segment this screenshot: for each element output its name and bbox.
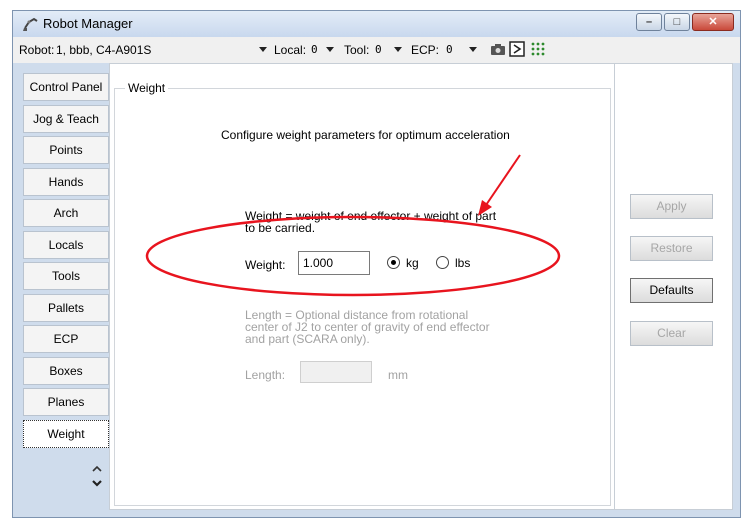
local-select[interactable]: 0 bbox=[311, 43, 318, 56]
robot-dropdown-icon[interactable] bbox=[259, 47, 267, 52]
tab-points[interactable]: Points bbox=[23, 136, 109, 164]
tab-hands[interactable]: Hands bbox=[23, 167, 109, 196]
unit-kg-label[interactable]: kg bbox=[406, 256, 419, 270]
robot-arm-icon bbox=[23, 17, 38, 31]
tool-dropdown-icon[interactable] bbox=[394, 47, 402, 52]
robot-select[interactable]: 1, bbb, C4-A901S bbox=[56, 43, 151, 57]
tab-locals[interactable]: Locals bbox=[23, 230, 109, 259]
window-title: Robot Manager bbox=[43, 16, 133, 31]
robot-label: Robot: bbox=[19, 43, 55, 57]
ecp-label: ECP: bbox=[411, 43, 440, 57]
tab-pallets[interactable]: Pallets bbox=[23, 293, 109, 322]
apply-button[interactable]: Apply bbox=[630, 194, 713, 219]
maximize-icon: □ bbox=[673, 16, 681, 28]
camera-icon[interactable] bbox=[490, 41, 506, 57]
unit-lbs-radio[interactable] bbox=[436, 256, 449, 269]
tab-list: Control Panel Jog & Teach Points Hands A… bbox=[23, 73, 109, 451]
ecp-dropdown-icon[interactable] bbox=[469, 47, 477, 52]
title-bar[interactable]: Robot Manager – □ ✕ bbox=[13, 11, 740, 37]
panel-heading: Configure weight parameters for optimum … bbox=[221, 128, 510, 142]
scroll-up-icon[interactable] bbox=[92, 465, 102, 472]
local-dropdown-icon[interactable] bbox=[326, 47, 334, 52]
io-monitor-icon[interactable] bbox=[530, 41, 546, 57]
robot-manager-window: Robot Manager – □ ✕ Robot: 1, bbb, C4-A9… bbox=[12, 10, 741, 518]
tool-label: Tool: bbox=[344, 43, 370, 57]
tab-ecp[interactable]: ECP bbox=[23, 325, 109, 353]
tab-weight[interactable]: Weight bbox=[23, 419, 109, 448]
length-input[interactable] bbox=[300, 361, 372, 383]
scroll-down-icon[interactable] bbox=[92, 480, 102, 487]
action-pane: Apply Restore Defaults Clear bbox=[615, 63, 733, 510]
length-unit-label: mm bbox=[388, 368, 408, 382]
ecp-select[interactable]: 0 bbox=[446, 43, 453, 56]
tab-tools[interactable]: Tools bbox=[23, 262, 109, 290]
close-icon: ✕ bbox=[708, 16, 718, 28]
tool-select[interactable]: 0 bbox=[375, 43, 382, 56]
weight-panel: Weight Configure weight parameters for o… bbox=[109, 63, 615, 510]
weight-input[interactable] bbox=[298, 251, 370, 275]
weight-label: Weight: bbox=[245, 258, 286, 272]
unit-lbs-label[interactable]: lbs bbox=[455, 256, 470, 270]
tab-control-panel[interactable]: Control Panel bbox=[23, 73, 109, 101]
local-label: Local: bbox=[274, 43, 307, 57]
run-window-icon[interactable] bbox=[509, 41, 525, 57]
restore-button[interactable]: Restore bbox=[630, 236, 713, 261]
tab-jog-teach[interactable]: Jog & Teach bbox=[23, 104, 109, 133]
tab-scroll-arrows bbox=[92, 465, 102, 487]
tab-planes[interactable]: Planes bbox=[23, 388, 109, 416]
unit-kg-radio[interactable] bbox=[387, 256, 400, 269]
toolbar: Robot: 1, bbb, C4-A901S Local: 0 Tool: 0… bbox=[13, 37, 740, 63]
tab-boxes[interactable]: Boxes bbox=[23, 356, 109, 385]
clear-button[interactable]: Clear bbox=[630, 321, 713, 346]
defaults-button[interactable]: Defaults bbox=[630, 278, 713, 303]
length-label: Length: bbox=[245, 368, 286, 382]
group-title: Weight bbox=[125, 81, 169, 95]
minimize-icon: – bbox=[645, 16, 653, 28]
weight-description-line2: to be carried. bbox=[245, 221, 316, 235]
weight-group: Weight bbox=[114, 81, 611, 506]
length-description-line3: and part (SCARA only). bbox=[245, 332, 370, 346]
radio-selected-dot bbox=[391, 260, 396, 265]
tab-arch[interactable]: Arch bbox=[23, 199, 109, 227]
maximize-button[interactable]: □ bbox=[664, 13, 690, 31]
minimize-button[interactable]: – bbox=[636, 13, 662, 31]
close-button[interactable]: ✕ bbox=[692, 13, 734, 31]
